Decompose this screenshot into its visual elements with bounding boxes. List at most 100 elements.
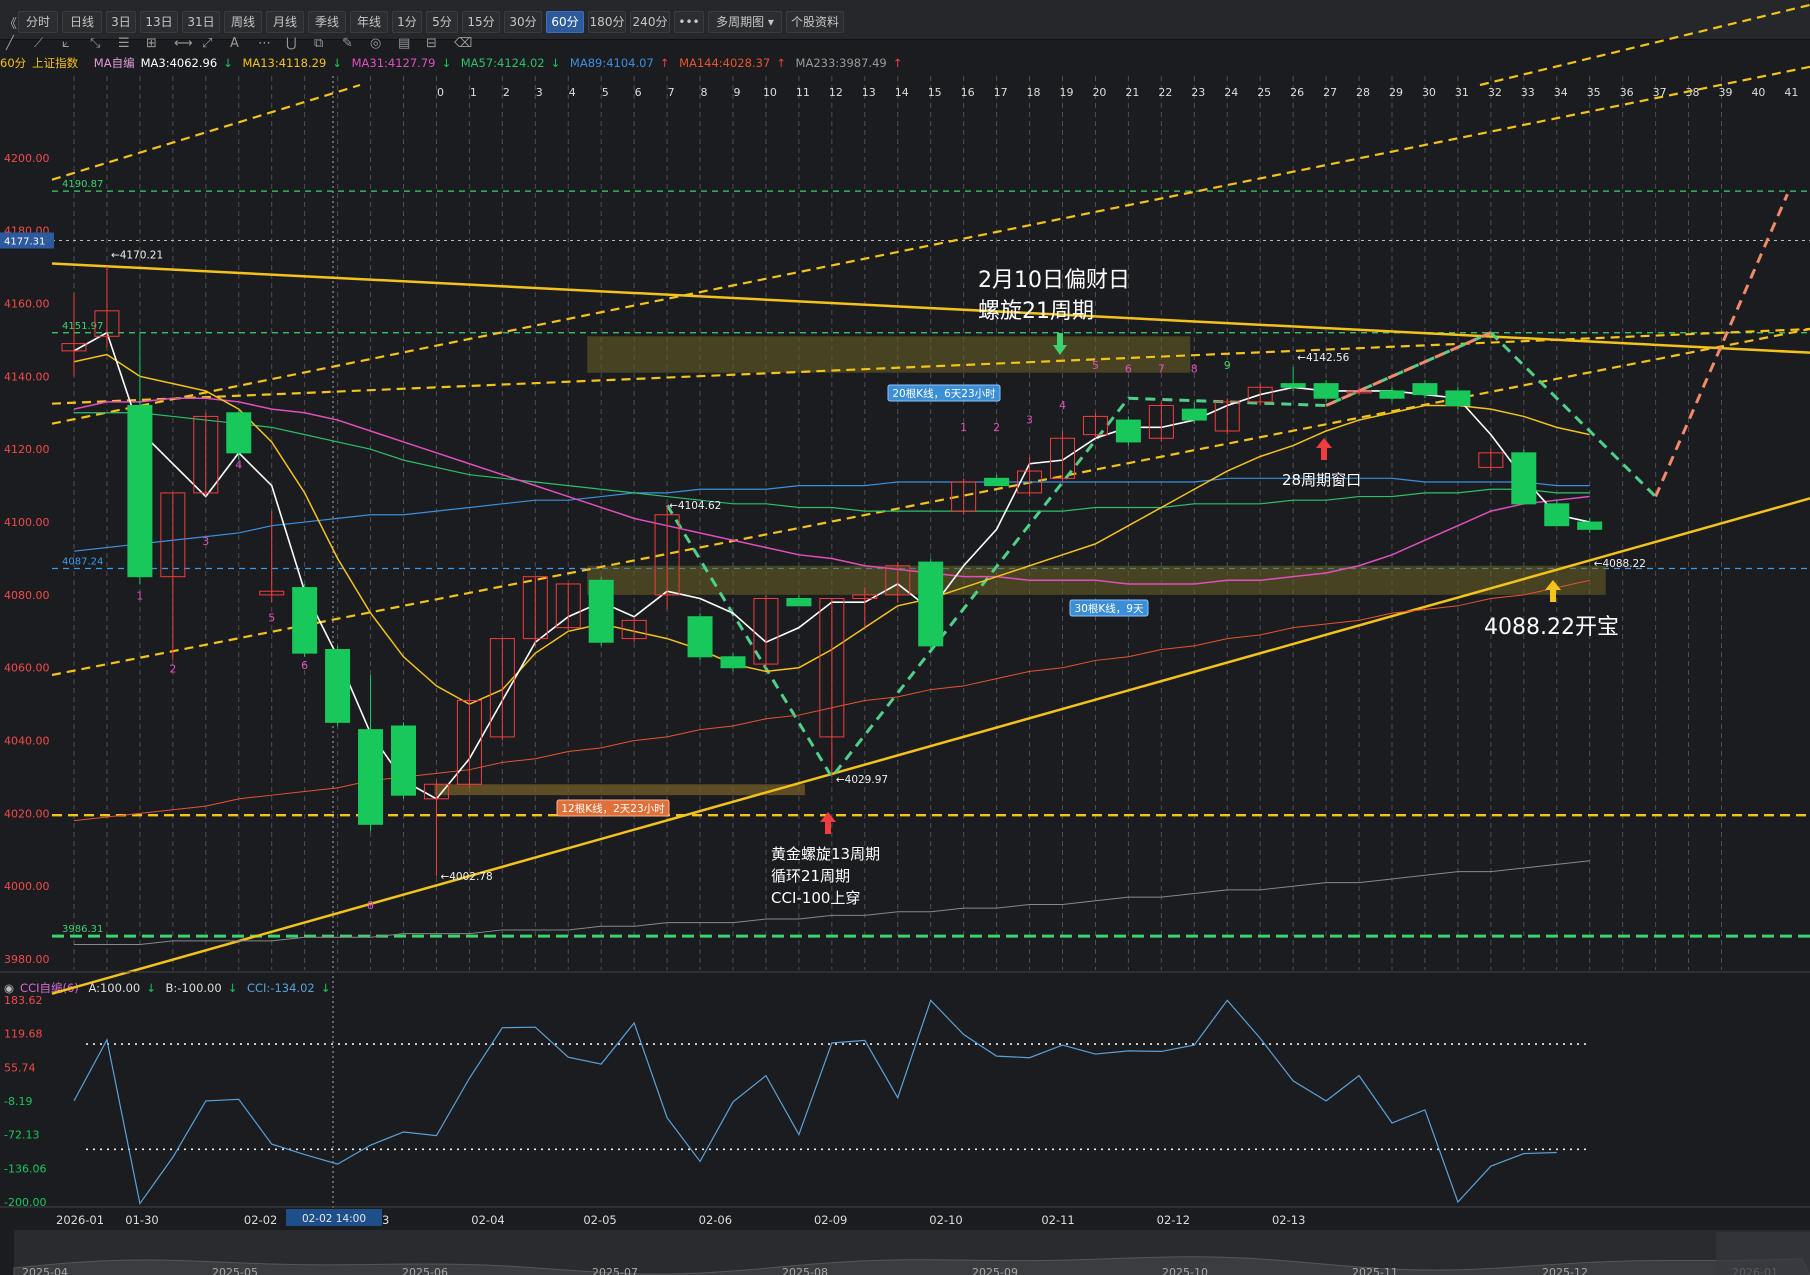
x-date-label: 02-03 bbox=[356, 1213, 389, 1227]
toolbar-button[interactable]: ••• bbox=[674, 11, 704, 33]
ma-indicator-name[interactable]: MA自编 bbox=[94, 56, 135, 70]
cycle-number: 2 bbox=[503, 86, 510, 99]
wave-projection-orange bbox=[1654, 193, 1789, 498]
navigator-month-label: 2025-07 bbox=[592, 1266, 638, 1275]
line-tool-icon[interactable]: ╱ bbox=[6, 36, 14, 51]
candle-body bbox=[555, 583, 581, 629]
toolbar-button[interactable]: 分时 bbox=[18, 11, 58, 33]
toolbar-button[interactable]: 15分 bbox=[462, 11, 500, 33]
cycle-number: 6 bbox=[635, 86, 642, 99]
gann-tool-icon[interactable]: ⊞ bbox=[146, 36, 157, 51]
navigator-month-label: 2025-05 bbox=[212, 1266, 258, 1275]
wave-label: 5 bbox=[268, 611, 275, 624]
base-zone bbox=[434, 784, 805, 796]
eye-icon[interactable]: ◎ bbox=[370, 36, 381, 51]
up-arrow-icon bbox=[1545, 580, 1561, 602]
fib-tool-icon[interactable]: ☰ bbox=[118, 36, 130, 51]
index-name: 上证指数 bbox=[32, 56, 79, 70]
candle-body bbox=[391, 725, 416, 796]
candle-body bbox=[1017, 470, 1043, 494]
toolbar-button[interactable]: 30分 bbox=[504, 11, 542, 33]
cycle-number: 12 bbox=[829, 86, 843, 99]
ray-tool-icon[interactable]: ⟋ bbox=[34, 36, 43, 51]
cci-tick-label: -200.00 bbox=[4, 1196, 46, 1209]
toolbar-button[interactable]: 月线 bbox=[266, 11, 304, 33]
price-label: ←4104.62 bbox=[669, 500, 721, 512]
candle-body bbox=[127, 404, 153, 578]
eraser-icon[interactable]: ⌫ bbox=[454, 36, 472, 51]
toolbar-button[interactable]: 180分 bbox=[588, 11, 626, 33]
candle-body bbox=[1148, 404, 1174, 439]
cci-indicator-name[interactable]: CCI自编(6) bbox=[20, 981, 79, 995]
toolbar-button[interactable]: 3日 bbox=[106, 11, 136, 33]
toolbar-button[interactable]: 个股资料 bbox=[786, 11, 844, 33]
toolbar-button[interactable]: 季线 bbox=[308, 11, 346, 33]
toolbar-button[interactable]: 年线 bbox=[350, 11, 388, 33]
toolbar-button[interactable]: 240分 bbox=[630, 11, 670, 33]
channel-line bbox=[51, 327, 1810, 677]
price-label: ←4029.97 bbox=[836, 774, 888, 786]
more-tool-icon[interactable]: ⋯ bbox=[258, 36, 271, 51]
candle-body bbox=[1313, 383, 1339, 399]
pen-icon[interactable]: ✎ bbox=[342, 36, 353, 51]
toolbar-button[interactable]: 日线 bbox=[62, 11, 102, 33]
candle-body bbox=[654, 514, 680, 596]
segment-tool-icon[interactable]: ⟀ bbox=[62, 36, 70, 51]
text-tool-icon[interactable]: A bbox=[230, 36, 239, 51]
time-navigator[interactable] bbox=[14, 1230, 1810, 1275]
copy-icon[interactable]: ⧉ bbox=[314, 36, 323, 51]
toolbar-button[interactable]: 60分 bbox=[546, 11, 584, 33]
navigator-area bbox=[13, 1256, 1810, 1275]
candle-body bbox=[819, 598, 845, 738]
toolbar-button[interactable]: 多周期图 ▾ bbox=[708, 11, 782, 33]
main-chart-header: 60分 上证指数 MA自编 MA3:4062.96 ↓ MA13:4118.29 ↓ M… bbox=[0, 56, 903, 70]
toolbar-button[interactable]: 5分 bbox=[426, 11, 458, 33]
measure-tool-icon[interactable]: ⟷ bbox=[174, 36, 193, 51]
price-chart[interactable]: 0 1 2 3 4 5 6 7 8 9 10 11 12 13 14 15 16 17 18 19 20 21 22 23 24… bbox=[0, 0, 1810, 1275]
ma13-line bbox=[73, 353, 1590, 705]
toolbar-button[interactable]: 周线 bbox=[224, 11, 262, 33]
period-toolbar: 《 分时 日线 3日 13日 31日 周线 月线 季线 年线 1分 5分 15分 30分 60分 180分 2… bbox=[0, 0, 1810, 40]
toolbar-button[interactable]: 13日 bbox=[140, 11, 178, 33]
cycle-number: 0 bbox=[437, 86, 444, 99]
cycle-number: 22 bbox=[1158, 86, 1172, 99]
bar-count-label: 20根K线，6天23小时 bbox=[892, 387, 996, 400]
cursor-tool-icon[interactable]: ⤢ bbox=[202, 36, 212, 51]
annotation-title: 螺旋21周期 bbox=[978, 299, 1094, 324]
settings-icon[interactable]: ◉ bbox=[4, 981, 14, 995]
toolbar-button[interactable]: 31日 bbox=[182, 11, 220, 33]
annotation-text: 循环21周期 bbox=[771, 867, 850, 885]
channel-tool-icon[interactable]: ⤡ bbox=[90, 36, 100, 51]
channel-line bbox=[51, 65, 1810, 425]
price-tick-label: 4060.00 bbox=[4, 662, 50, 675]
ma144-line bbox=[73, 579, 1590, 822]
group-icon[interactable]: ⊟ bbox=[426, 36, 437, 51]
wave-label: 8 bbox=[1191, 363, 1198, 376]
navigator-month-label: 2025-04 bbox=[22, 1266, 68, 1275]
cci-a-value: A:100.00 bbox=[88, 981, 141, 995]
price-label: ←4170.21 bbox=[111, 249, 163, 261]
wave-label: 1 bbox=[960, 421, 967, 434]
annotation-text: CCI-100上穿 bbox=[771, 889, 860, 907]
collapse-icon[interactable]: 《 bbox=[4, 13, 17, 32]
candle-body bbox=[489, 638, 515, 738]
candle-body bbox=[1082, 415, 1108, 436]
bar-count-box bbox=[556, 799, 670, 817]
cycle-number: 35 bbox=[1587, 86, 1601, 99]
candle-body bbox=[292, 587, 318, 654]
toolbar-button[interactable]: 1分 bbox=[392, 11, 422, 33]
bar-count-label: 12根K线，2天23小时 bbox=[561, 802, 665, 815]
navigator-window[interactable] bbox=[1716, 1232, 1810, 1275]
candle-body bbox=[226, 412, 252, 454]
ma89-line bbox=[73, 477, 1590, 552]
annotation-title: 4088.22开宝 bbox=[1484, 615, 1619, 640]
cycle-number: 3 bbox=[536, 86, 543, 99]
level-tag: 4177.31 bbox=[4, 236, 45, 247]
cycle-number: 31 bbox=[1455, 86, 1469, 99]
price-tick-label: 3980.00 bbox=[4, 953, 50, 966]
navigator-month-label: 2025-09 bbox=[972, 1266, 1018, 1275]
lock-icon[interactable]: ▤ bbox=[398, 36, 410, 51]
ma31-line bbox=[73, 397, 1590, 585]
wave-label: 2 bbox=[169, 662, 176, 675]
magnet-icon[interactable]: ⋃ bbox=[286, 36, 297, 51]
